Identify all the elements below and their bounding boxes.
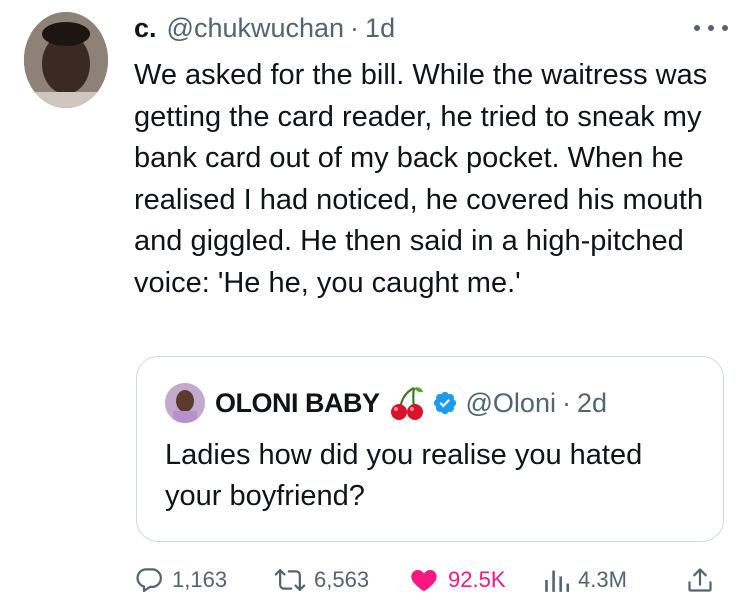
quoted-tweet-header: OLONI BABY @Oloni · 2d (165, 383, 607, 423)
quoted-tweet-timestamp[interactable]: 2d (577, 388, 607, 419)
reply-icon (136, 568, 162, 593)
quoted-author-display-name[interactable]: OLONI BABY (215, 388, 380, 419)
tweet-timestamp[interactable]: 1d (365, 13, 395, 44)
cherries-icon (390, 387, 423, 420)
share-button[interactable] (686, 560, 722, 600)
quoted-tweet-text: Ladies how did you realise you hated you… (165, 439, 643, 512)
tweet-header: c. @chukwuchan · 1d (134, 8, 395, 48)
quoted-author-avatar[interactable] (165, 383, 205, 423)
reply-button[interactable]: 1,163 (134, 560, 227, 600)
share-icon (688, 568, 712, 592)
views-icon (545, 570, 570, 592)
like-button[interactable]: 92.5K (408, 560, 506, 600)
more-icon[interactable] (694, 20, 728, 36)
retweet-icon (274, 569, 306, 591)
reply-count: 1,163 (172, 567, 228, 592)
views-button[interactable]: 4.3M (544, 560, 627, 600)
quoted-tweet[interactable]: OLONI BABY @Oloni · 2d Ladies how did yo… (136, 356, 724, 542)
separator-dot: · (561, 387, 571, 418)
quoted-author-handle[interactable]: @Oloni (466, 388, 556, 419)
tweet-text: We asked for the bill. While the waitres… (134, 59, 708, 299)
author-avatar[interactable] (24, 12, 108, 108)
retweet-count: 6,563 (314, 567, 370, 592)
views-count: 4.3M (578, 567, 627, 592)
separator-dot: · (350, 12, 360, 43)
like-icon (411, 570, 437, 592)
verified-badge-icon[interactable] (432, 390, 458, 416)
like-count: 92.5K (448, 567, 506, 592)
author-handle[interactable]: @chukwuchan (167, 13, 345, 44)
retweet-button[interactable]: 6,563 (274, 560, 369, 600)
action-bar: 1,163 6,563 92.5K 4.3M (134, 560, 734, 600)
author-display-name[interactable]: c. (134, 13, 157, 44)
